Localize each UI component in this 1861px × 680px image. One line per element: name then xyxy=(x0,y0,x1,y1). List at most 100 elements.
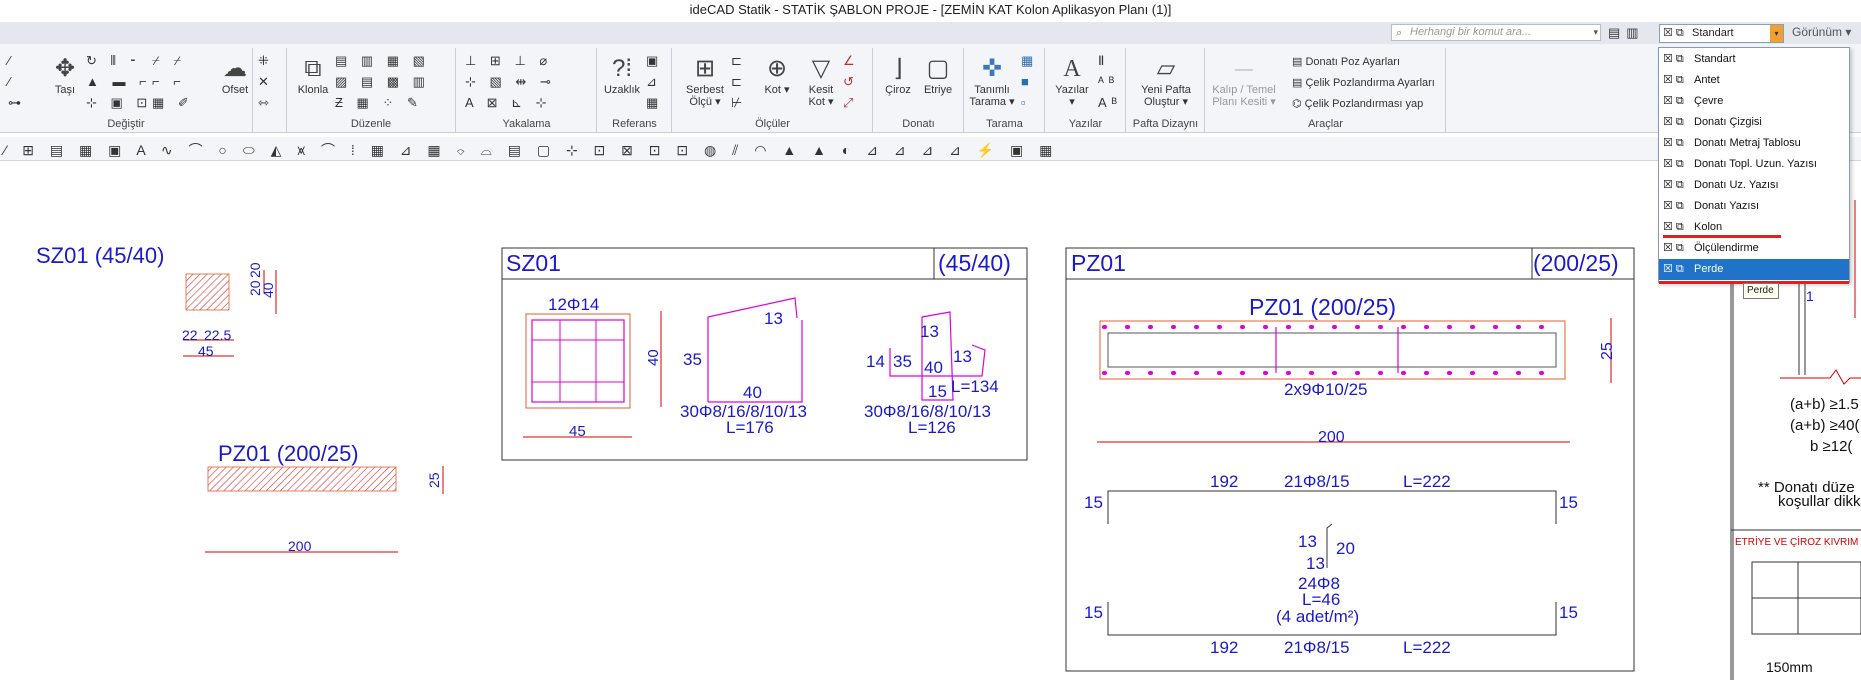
stirrup-button[interactable]: ▢ Etriye xyxy=(920,54,956,96)
ribbon: ⁄ ⁄ ⊶ ✥ Taşı ↻ ⫴ ⁃ ▲ ▬ ⌐ ⊹ ▣ ⊡ ⌿ ⌿ ⌐ ⌐ ▦ ✐ ☁ Ofs… xyxy=(0,44,1861,133)
rebar-pos-settings[interactable]: ▤ Donatı Poz Ayarları xyxy=(1292,52,1400,73)
left-column-plan: SZ01 (45/40) 20 20 40 22 22.5 45 xyxy=(36,243,277,359)
text-button[interactable]: A Yazılar ▾ xyxy=(1052,54,1092,108)
layer-option[interactable]: ☒ ⧉ Perde xyxy=(1659,259,1849,280)
pz01-heading: PZ01 (200/25) xyxy=(1249,294,1396,320)
layer-dropdown-list[interactable]: ☒ ⧉ Standart ☒ ⧉ Antet ☒ ⧉ Çevre ☒ ⧉ Donatı Çiz… xyxy=(1658,47,1850,284)
layer-visible-icon[interactable]: ☒ ⧉ xyxy=(1663,112,1684,133)
left-column-title: SZ01 (45/40) xyxy=(36,243,164,268)
steel-pos-run[interactable]: ⌬ Çelik Pozlandırması yap xyxy=(1292,94,1423,115)
layer-option-label: Donatı Çizgisi xyxy=(1694,116,1762,128)
left-column-dim-v2: 20 xyxy=(247,262,263,278)
ribbon-group-label: Yazılar xyxy=(1068,118,1103,130)
layer-option[interactable]: ☒ ⧉ Donatı Çizgisi xyxy=(1659,112,1849,133)
layer-option[interactable]: ☒ ⧉ Ölçülendirme xyxy=(1659,238,1849,259)
layer-option-label: Çevre xyxy=(1694,95,1724,107)
edit-tools-icons[interactable]: ⁄ ⁄ ⊶ xyxy=(8,50,26,113)
pz01-top-total: L=222 xyxy=(1403,472,1451,491)
distance-label: Uzaklık xyxy=(603,84,641,96)
offset-button[interactable]: ☁ Ofset xyxy=(215,54,255,96)
distance-button[interactable]: ?⁞ Uzaklık xyxy=(602,54,642,96)
drawing-canvas[interactable]: SZ01 (45/40) 20 20 40 22 22.5 45 PZ01 (2… xyxy=(0,162,1861,680)
pz01-title: PZ01 xyxy=(1071,250,1126,276)
trim-tools-icons[interactable]: ⌿ ⌿ ⌐ ⌐ ▦ ✐ xyxy=(152,50,194,113)
draw-toolbar-icons[interactable]: ⁄ ⊞ ▤ ▦ ▣ A ∿ ⌒ ○ ⬭ ◭ ⩙ ⌒ ⁞ ▦ ⊿ ▦ ⌔ ⌓ ▤ … xyxy=(4,140,1058,160)
extra-tools-icons[interactable]: ⁜ ✕ ⇿ xyxy=(258,50,274,113)
tie-button[interactable]: ⌋ Çiroz xyxy=(880,54,916,96)
tie-icon: ⌋ xyxy=(893,55,903,82)
sz01-size: (45/40) xyxy=(938,250,1011,276)
left-wall-length: 200 xyxy=(288,538,312,554)
ribbon-group-label: Düzenle xyxy=(350,118,392,130)
steel-pos-settings[interactable]: ▤ Çelik Pozlandırma Ayarları xyxy=(1292,73,1435,94)
layer-visible-icon[interactable]: ☒ ⧉ xyxy=(1663,49,1684,70)
layer-toolbar-icons[interactable]: ▤▥ xyxy=(1608,25,1645,41)
dimension-small-icons[interactable]: ⊏ ⊏ ⊬ xyxy=(731,50,747,113)
layer-option[interactable]: ☒ ⧉ Çevre xyxy=(1659,91,1849,112)
layer-visible-icon[interactable]: ☒ ⧉ xyxy=(1663,91,1684,112)
layer-option-label: Donatı Topl. Uzun. Yazısı xyxy=(1694,158,1817,170)
pz01-side-left-top: 15 xyxy=(1084,493,1103,512)
layer-option-label: Kolon xyxy=(1694,221,1723,233)
layer-option-label: Antet xyxy=(1694,74,1720,86)
pz01-top-spec: 21Φ8/15 xyxy=(1284,472,1350,491)
right-panel-cond3: b ≥12( xyxy=(1810,438,1852,455)
layer-visible-icon[interactable]: ☒ ⧉ xyxy=(1663,70,1684,91)
ribbon-group-degistir: ⁄ ⁄ ⊶ ✥ Taşı ↻ ⫴ ⁃ ▲ ▬ ⌐ ⊹ ▣ ⊡ ⌿ ⌿ ⌐ ⌐ ▦ ✐ ☁ Ofs… xyxy=(0,48,269,132)
reference-icons[interactable]: ▣ ⊿ ▦ xyxy=(646,50,663,113)
pz01-tie-note: (4 adet/m²) xyxy=(1276,607,1359,626)
layer-option[interactable]: ☒ ⧉ Donatı Yazısı xyxy=(1659,196,1849,217)
layer-visible-icon[interactable]: ☒ ⧉ xyxy=(1663,238,1684,259)
chevron-down-icon[interactable]: ▾ xyxy=(1770,25,1783,42)
move-label: Taşı xyxy=(54,84,76,96)
hatch-button[interactable]: ✜ Tanımlı Tarama ▾ xyxy=(969,54,1015,108)
command-search-input[interactable]: ⌕ Herhangi bir komut ara... ▾ xyxy=(1391,24,1601,41)
rebar-pos-settings-label: Donatı Poz Ayarları xyxy=(1305,56,1401,68)
move-button[interactable]: ✥ Taşı xyxy=(45,54,85,96)
formwork-section-icon: ⏤ xyxy=(1234,55,1254,82)
layer-option[interactable]: ☒ ⧉ Donatı Topl. Uzun. Yazısı xyxy=(1659,154,1849,175)
left-wall-plan: PZ01 (200/25) 25 200 xyxy=(205,441,444,554)
pz01-bars: 2x9Φ10/25 xyxy=(1284,380,1368,399)
pz01-tie-c: 13 xyxy=(1306,554,1325,573)
hatch-small-icons[interactable]: ▦ ■ ▫ xyxy=(1021,50,1038,113)
layer-visible-icon[interactable]: ☒ ⧉ xyxy=(1663,133,1684,154)
right-panel-cond1: (a+b) ≥1.5 xyxy=(1790,396,1859,413)
arrange-tools-icons[interactable]: ▤ ▥ ▦ ▧ ▨ ▤ ▩ ▥ Ƶ ▦ ⁘ ✎ xyxy=(335,50,430,113)
pz01-length: 200 xyxy=(1318,429,1345,446)
ribbon-group-label: Değiştir xyxy=(107,118,145,130)
layer-tooltip: Perde xyxy=(1743,283,1779,299)
section-level-button[interactable]: ▽ Kesit Kot ▾ xyxy=(801,54,841,108)
chevron-down-icon[interactable]: ▾ xyxy=(1593,25,1598,40)
sz01-stirrup2-d: 15 xyxy=(928,382,947,401)
text-small-icons[interactable]: Ⅱᴬᴮ Aᴮ xyxy=(1098,50,1122,113)
layer-option[interactable]: ☒ ⧉ Donatı Metraj Tablosu xyxy=(1659,133,1849,154)
text-label: Yazılar xyxy=(1055,84,1089,96)
distance-icon: ?⁞ xyxy=(611,55,632,82)
layer-visible-icon[interactable]: ☒ ⧉ xyxy=(1663,154,1684,175)
layer-option[interactable]: ☒ ⧉ Standart xyxy=(1659,49,1849,70)
layer-combo[interactable]: ☒ ⧉ Standart ▾ xyxy=(1659,24,1784,43)
layer-visible-icon[interactable]: ☒ ⧉ xyxy=(1663,196,1684,217)
left-column-dim-h3: 45 xyxy=(198,343,214,359)
clone-icon: ⧉ xyxy=(304,55,322,82)
pz01-side-right-top: 15 xyxy=(1559,493,1578,512)
layer-visible-icon[interactable]: ☒ ⧉ xyxy=(1663,259,1684,280)
modify-tools-icons[interactable]: ↻ ⫴ ⁃ ▲ ▬ ⌐ ⊹ ▣ ⊡ xyxy=(86,50,152,113)
ribbon-group-olculer: ⊞ Serbest Ölçü ▾ ⊏ ⊏ ⊬ ⊕ Kot ▾ ▽ Kesit Kot ▾ … xyxy=(673,48,873,132)
formwork-section-button[interactable]: ⏤ Kalıp / Temel Planı Kesiti ▾ xyxy=(1210,54,1278,108)
left-column-dim-h2: 22.5 xyxy=(204,327,231,343)
sz01-stirrup2-c: 13 xyxy=(953,347,972,366)
right-panel-cond2: (a+b) ≥40( xyxy=(1790,417,1860,434)
view-menu[interactable]: Görünüm ▾ xyxy=(1792,25,1851,39)
free-dimension-button[interactable]: ⊞ Serbest Ölçü ▾ xyxy=(685,54,725,108)
clone-button[interactable]: ⧉ Klonla xyxy=(295,54,331,96)
layer-visible-icon[interactable]: ☒ ⧉ xyxy=(1663,175,1684,196)
angle-dimension-icons[interactable]: ∠ ↺ ⤢ xyxy=(843,50,860,113)
level-button[interactable]: ⊕ Kot ▾ xyxy=(757,54,797,96)
ribbon-group-duzenle: ⧉ Klonla ▤ ▥ ▦ ▧ ▨ ▤ ▩ ▥ Ƶ ▦ ⁘ ✎ Düzenle xyxy=(286,48,456,132)
snap-tools-icons[interactable]: ⊥ ⊞ ⊥ ⌀ ⊹ ▧ ⇹ ⊸ A ⊠ ⊾ ⊹ xyxy=(465,50,556,113)
layer-option[interactable]: ☒ ⧉ Donatı Uz. Yazısı xyxy=(1659,175,1849,196)
new-sheet-button[interactable]: ▱ Yeni Pafta Oluştur ▾ xyxy=(1131,54,1201,108)
layer-option[interactable]: ☒ ⧉ Antet xyxy=(1659,70,1849,91)
